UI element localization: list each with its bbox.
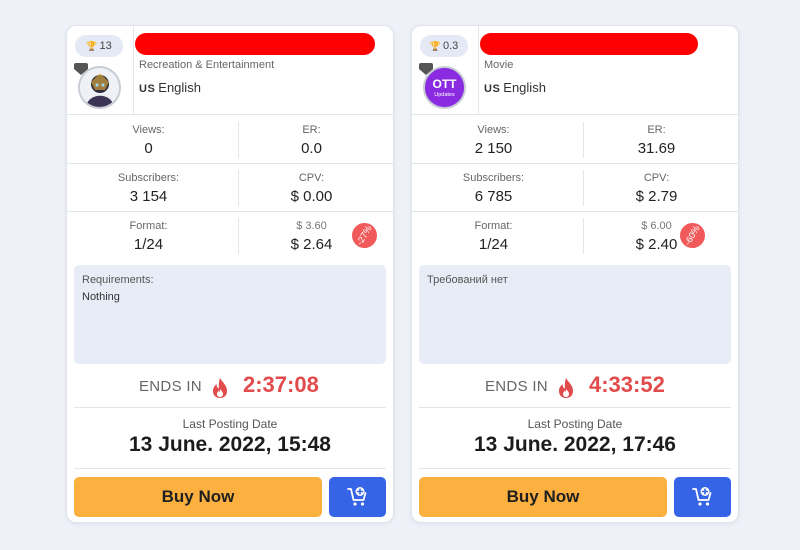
ends-in-label: ENDS IN bbox=[139, 378, 202, 395]
channel-language: US English bbox=[484, 80, 546, 95]
channel-card: 🏆 13 Recreation & Entertainment US Engli… bbox=[66, 25, 394, 523]
stat-er-label: ER: bbox=[302, 124, 321, 136]
language-code: US bbox=[484, 83, 501, 95]
last-posting-date: 13 June. 2022, 15:48 bbox=[129, 433, 331, 456]
fire-icon bbox=[213, 378, 227, 398]
stat-er-value: 0.0 bbox=[301, 140, 322, 157]
stat-cpv-label: CPV: bbox=[298, 172, 325, 184]
current-price: $ 2.40 bbox=[635, 236, 678, 253]
language-code: US bbox=[139, 83, 156, 95]
stat-cpv: CPV: $ 2.79 bbox=[575, 164, 738, 212]
stat-format-value: 1/24 bbox=[133, 236, 164, 253]
cart-plus-icon bbox=[692, 487, 712, 506]
stat-views-label: Views: bbox=[132, 124, 165, 136]
stats-row-format: Format: 1/24 $ 6.00 $ 2.40 -60% bbox=[412, 212, 738, 260]
stat-subscribers-value: 6 785 bbox=[474, 188, 513, 205]
divider bbox=[74, 407, 386, 408]
channel-language: US English bbox=[139, 80, 201, 95]
countdown-timer: 2:37:08 bbox=[243, 372, 319, 397]
card-header-left: 🏆 0.3 OTT Updates bbox=[412, 26, 479, 115]
cart-plus-icon bbox=[347, 487, 367, 506]
divider bbox=[419, 468, 731, 469]
fire-icon bbox=[559, 378, 573, 398]
language-name: English bbox=[158, 80, 201, 95]
stat-er: ER: 31.69 bbox=[575, 116, 738, 164]
stat-views-value: 2 150 bbox=[474, 140, 513, 157]
stat-subscribers-label: Subscribers: bbox=[117, 172, 180, 184]
divider bbox=[74, 468, 386, 469]
divider bbox=[419, 407, 731, 408]
card-header: 🏆 0.3 OTT Updates Movie US English bbox=[412, 26, 738, 115]
stat-cpv: CPV: $ 0.00 bbox=[230, 164, 393, 212]
stat-views-value: 0 bbox=[144, 140, 153, 157]
channel-card: 🏆 0.3 OTT Updates Movie US English Views: … bbox=[411, 25, 739, 523]
stats-row-subscribers: Subscribers: 3 154 CPV: $ 0.00 bbox=[67, 164, 393, 212]
stat-subscribers-label: Subscribers: bbox=[462, 172, 525, 184]
channel-name-redacted[interactable] bbox=[135, 33, 375, 55]
add-to-cart-button[interactable] bbox=[329, 477, 386, 517]
avatar-text-sub: Updates bbox=[434, 92, 455, 98]
avatar-image bbox=[80, 68, 119, 107]
page: 🏆 13 Recreation & Entertainment US Engli… bbox=[0, 0, 800, 550]
avatar-image: OTT Updates bbox=[425, 68, 464, 107]
stat-subscribers: Subscribers: 3 154 bbox=[67, 164, 230, 212]
countdown-timer: 4:33:52 bbox=[589, 372, 665, 397]
stat-cpv-value: $ 2.79 bbox=[635, 188, 678, 205]
add-to-cart-button[interactable] bbox=[674, 477, 731, 517]
old-price: $ 6.00 bbox=[641, 220, 672, 232]
stats-row-views: Views: 2 150 ER: 31.69 bbox=[412, 116, 738, 164]
stat-er-value: 31.69 bbox=[637, 140, 676, 157]
stat-er: ER: 0.0 bbox=[230, 116, 393, 164]
requirements-box: Требований нет bbox=[419, 265, 731, 364]
requirements-body: Nothing bbox=[82, 291, 120, 303]
requirements-title: Требований нет bbox=[427, 274, 508, 286]
rating-badge: 🏆 13 bbox=[75, 35, 123, 57]
card-header-left: 🏆 13 bbox=[67, 26, 134, 115]
buy-now-button[interactable]: Buy Now bbox=[419, 477, 667, 517]
requirements-title: Requirements: bbox=[82, 274, 154, 286]
stat-format: Format: 1/24 bbox=[67, 212, 230, 260]
requirements-box: Requirements: Nothing bbox=[74, 265, 386, 364]
stat-views: Views: 0 bbox=[67, 116, 230, 164]
stat-subscribers: Subscribers: 6 785 bbox=[412, 164, 575, 212]
card-header: 🏆 13 Recreation & Entertainment US Engli… bbox=[67, 26, 393, 115]
channel-category: Recreation & Entertainment bbox=[139, 59, 275, 71]
rating-value: 0.3 bbox=[442, 40, 459, 52]
rating-badge: 🏆 0.3 bbox=[420, 35, 468, 57]
last-posting-date: 13 June. 2022, 17:46 bbox=[474, 433, 676, 456]
stat-cpv-label: CPV: bbox=[643, 172, 670, 184]
stats-row-format: Format: 1/24 $ 3.60 $ 2.64 -27% bbox=[67, 212, 393, 260]
channel-name-redacted[interactable] bbox=[480, 33, 698, 55]
stat-format-value: 1/24 bbox=[478, 236, 509, 253]
stat-er-label: ER: bbox=[647, 124, 666, 136]
stat-cpv-value: $ 0.00 bbox=[290, 188, 333, 205]
stat-price: $ 3.60 $ 2.64 -27% bbox=[230, 212, 393, 260]
avatar-text-main: OTT bbox=[433, 77, 458, 91]
countdown: ENDS IN 4:33:52 bbox=[412, 372, 738, 408]
channel-category: Movie bbox=[484, 59, 514, 71]
stat-subscribers-value: 3 154 bbox=[129, 188, 168, 205]
stat-price: $ 6.00 $ 2.40 -60% bbox=[575, 212, 738, 260]
rating-value: 13 bbox=[99, 40, 112, 52]
channel-avatar[interactable]: OTT Updates bbox=[423, 66, 466, 109]
stat-format-label: Format: bbox=[129, 220, 168, 232]
channel-avatar[interactable] bbox=[78, 66, 121, 109]
trophy-icon: 🏆 bbox=[429, 41, 441, 51]
ends-in-label: ENDS IN bbox=[485, 378, 548, 395]
stat-format: Format: 1/24 bbox=[412, 212, 575, 260]
countdown: ENDS IN 2:37:08 bbox=[67, 372, 393, 408]
stat-views-label: Views: bbox=[477, 124, 510, 136]
last-posting-label: Last Posting Date bbox=[182, 417, 278, 431]
stats-row-subscribers: Subscribers: 6 785 CPV: $ 2.79 bbox=[412, 164, 738, 212]
trophy-icon: 🏆 bbox=[86, 41, 98, 51]
stat-views: Views: 2 150 bbox=[412, 116, 575, 164]
buy-now-button[interactable]: Buy Now bbox=[74, 477, 322, 517]
last-posting-label: Last Posting Date bbox=[527, 417, 623, 431]
language-name: English bbox=[503, 80, 546, 95]
stat-format-label: Format: bbox=[474, 220, 513, 232]
stats-row-views: Views: 0 ER: 0.0 bbox=[67, 116, 393, 164]
